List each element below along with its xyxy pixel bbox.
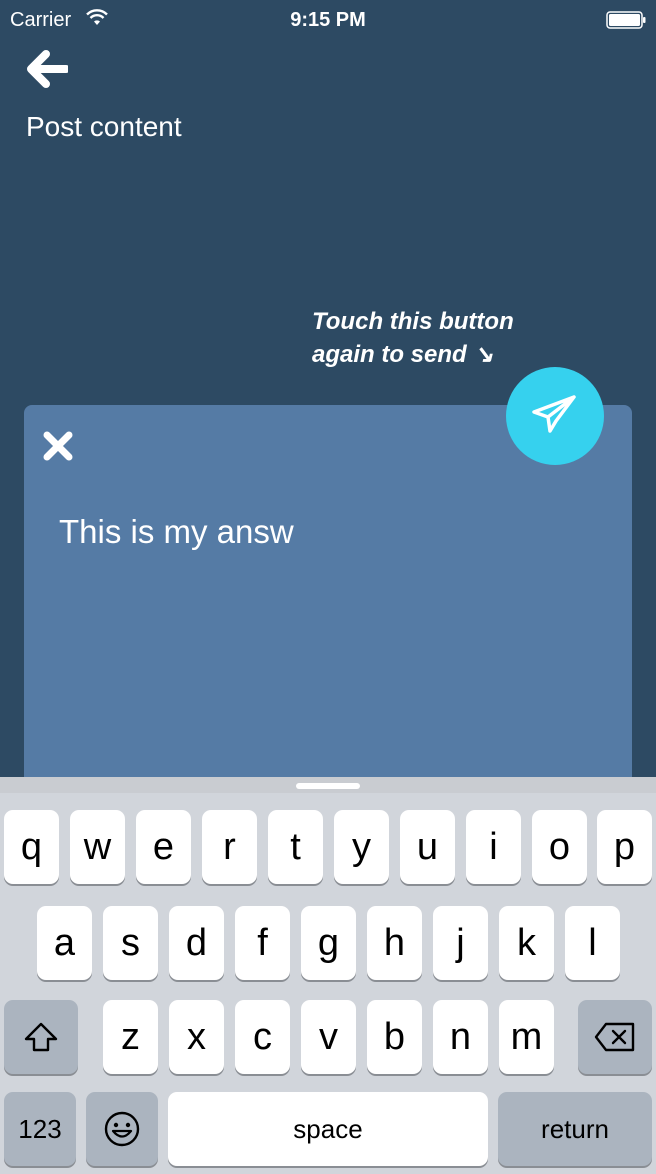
key-i[interactable]: i	[466, 810, 521, 884]
hint-line-1: Touch this button	[312, 308, 514, 335]
key-e[interactable]: e	[136, 810, 191, 884]
key-b[interactable]: b	[367, 1000, 422, 1074]
delete-key[interactable]	[578, 1000, 652, 1074]
close-icon[interactable]	[42, 430, 74, 462]
key-w[interactable]: w	[70, 810, 125, 884]
screen: Carrier 9:15 PM Post content Touch this …	[0, 0, 656, 1174]
key-f[interactable]: f	[235, 906, 290, 980]
shift-key[interactable]	[4, 1000, 78, 1074]
key-o[interactable]: o	[532, 810, 587, 884]
send-hint: Touch this button again to send ↘	[312, 305, 514, 371]
shift-icon	[24, 1022, 58, 1052]
send-button[interactable]	[506, 367, 604, 465]
page-title: Post content	[26, 111, 182, 142]
keyboard-handle[interactable]	[296, 783, 360, 789]
backspace-icon	[594, 1022, 635, 1052]
key-g[interactable]: g	[301, 906, 356, 980]
answer-input[interactable]: This is my answ	[59, 513, 294, 551]
arrow-left-icon[interactable]	[26, 50, 68, 88]
key-u[interactable]: u	[400, 810, 455, 884]
key-t[interactable]: t	[268, 810, 323, 884]
key-h[interactable]: h	[367, 906, 422, 980]
emoji-key[interactable]	[86, 1092, 158, 1166]
status-bar: Carrier 9:15 PM	[0, 0, 656, 40]
key-m[interactable]: m	[499, 1000, 554, 1074]
numbers-key[interactable]: 123	[4, 1092, 76, 1166]
key-y[interactable]: y	[334, 810, 389, 884]
key-n[interactable]: n	[433, 1000, 488, 1074]
return-key[interactable]: return	[498, 1092, 652, 1166]
key-x[interactable]: x	[169, 1000, 224, 1074]
key-d[interactable]: d	[169, 906, 224, 980]
key-v[interactable]: v	[301, 1000, 356, 1074]
key-a[interactable]: a	[37, 906, 92, 980]
key-p[interactable]: p	[597, 810, 652, 884]
key-z[interactable]: z	[103, 1000, 158, 1074]
key-q[interactable]: q	[4, 810, 59, 884]
key-s[interactable]: s	[103, 906, 158, 980]
hint-line-2: again to send ↘	[312, 341, 494, 368]
paper-plane-icon	[532, 395, 576, 433]
keyboard: q w e r t y u i o p a s d f g h j k l z …	[0, 777, 656, 1174]
key-k[interactable]: k	[499, 906, 554, 980]
clock: 9:15 PM	[290, 9, 366, 31]
battery-icon	[606, 11, 646, 29]
emoji-icon	[104, 1111, 140, 1147]
key-c[interactable]: c	[235, 1000, 290, 1074]
key-l[interactable]: l	[565, 906, 620, 980]
space-key[interactable]: space	[168, 1092, 488, 1166]
key-r[interactable]: r	[202, 810, 257, 884]
key-j[interactable]: j	[433, 906, 488, 980]
